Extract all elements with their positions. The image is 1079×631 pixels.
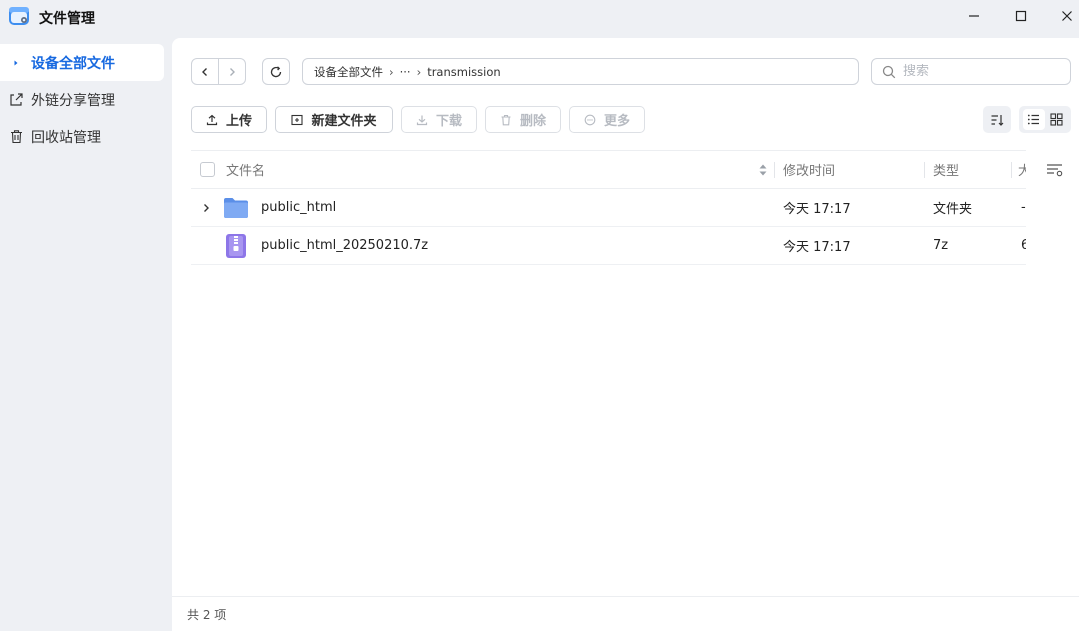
sidebar-item-label: 外链分享管理 (31, 92, 115, 109)
more-label: 更多 (603, 114, 630, 129)
sort-arrows-icon[interactable] (758, 151, 768, 188)
file-name: public_html_20250210.7z (261, 238, 429, 253)
column-settings-icon (1047, 164, 1063, 177)
main-panel: 设备全部文件 › ··· › transmission 上传 新建文件夹 下载 … (172, 38, 1079, 631)
file-mtime: 今天 17:17 (783, 240, 851, 255)
sort-icon (991, 114, 1004, 126)
sidebar-item-all-files[interactable]: 设备全部文件 (0, 44, 164, 81)
file-type: 7z (933, 238, 949, 253)
file-name: public_html (261, 200, 337, 215)
breadcrumb[interactable]: 设备全部文件 › ··· › transmission (302, 58, 859, 85)
select-all-cell (200, 151, 215, 188)
sidebar-item-label: 回收站管理 (31, 129, 101, 146)
more-icon (584, 114, 596, 126)
sidebar: 设备全部文件 外链分享管理 回收站管理 (0, 44, 164, 155)
view-toggle (1019, 106, 1071, 133)
item-count: 共 2 项 (187, 607, 227, 622)
list-view-icon (1027, 114, 1039, 125)
app-title: 文件管理 (39, 11, 95, 27)
table-header: 文件名 修改时间 类型 大 (191, 150, 1026, 189)
delete-label: 删除 (519, 114, 546, 129)
minimize-icon (969, 15, 979, 17)
file-table: 文件名 修改时间 类型 大 public_html 今天 17:17 文件夹 -… (191, 150, 1026, 265)
file-size: 6 (1021, 238, 1026, 253)
column-settings-button[interactable] (1045, 160, 1065, 180)
status-bar: 共 2 项 (172, 596, 1079, 631)
file-size: - (1021, 200, 1026, 215)
download-icon (416, 114, 428, 126)
new-folder-button[interactable]: 新建文件夹 (275, 106, 393, 133)
title-bar: 文件管理 (0, 0, 1079, 34)
column-header-size[interactable]: 大 (1018, 151, 1026, 188)
forward-button[interactable] (218, 58, 246, 85)
folder-icon (223, 189, 249, 226)
archive-icon (225, 227, 247, 264)
breadcrumb-separator-icon: › (416, 64, 422, 79)
file-manager-logo-icon (8, 5, 30, 27)
delete-icon (500, 114, 512, 126)
trash-icon (8, 129, 24, 145)
breadcrumb-ellipsis[interactable]: ··· (400, 65, 411, 79)
search-box[interactable] (871, 58, 1071, 85)
column-header-mtime[interactable]: 修改时间 (783, 151, 835, 188)
download-button[interactable]: 下载 (401, 106, 477, 133)
column-divider[interactable] (774, 162, 775, 178)
close-icon (1062, 11, 1072, 21)
sort-button[interactable] (983, 106, 1011, 133)
column-divider[interactable] (1011, 162, 1012, 178)
upload-button[interactable]: 上传 (191, 106, 267, 133)
chevron-left-icon (202, 67, 207, 76)
back-button[interactable] (191, 58, 219, 85)
close-button[interactable] (1054, 4, 1079, 28)
chevron-right-icon[interactable] (201, 189, 211, 226)
column-header-type[interactable]: 类型 (933, 151, 959, 188)
share-link-icon (8, 92, 24, 108)
breadcrumb-root[interactable]: 设备全部文件 (314, 64, 383, 80)
file-type: 文件夹 (933, 202, 973, 217)
table-row[interactable]: public_html 今天 17:17 文件夹 - (191, 189, 1026, 227)
select-all-checkbox[interactable] (200, 162, 215, 177)
upload-label: 上传 (225, 114, 252, 129)
column-header-name[interactable]: 文件名 (226, 151, 265, 188)
breadcrumb-separator-icon: › (389, 64, 394, 79)
search-input[interactable] (903, 64, 1053, 79)
search-icon (882, 65, 896, 78)
delete-button[interactable]: 删除 (485, 106, 561, 133)
upload-icon (206, 114, 218, 126)
new-folder-label: 新建文件夹 (311, 114, 377, 129)
list-view-button[interactable] (1022, 109, 1045, 130)
sidebar-item-share-links[interactable]: 外链分享管理 (0, 81, 164, 118)
grid-view-icon (1050, 113, 1063, 126)
maximize-icon (1015, 10, 1027, 22)
more-button[interactable]: 更多 (569, 106, 645, 133)
minimize-button[interactable] (961, 4, 987, 28)
file-mtime: 今天 17:17 (783, 202, 851, 217)
table-row[interactable]: public_html_20250210.7z 今天 17:17 7z 6 (191, 227, 1026, 265)
refresh-icon (270, 65, 282, 77)
refresh-button[interactable] (262, 58, 290, 85)
grid-view-button[interactable] (1046, 109, 1068, 130)
sidebar-item-label: 设备全部文件 (31, 55, 115, 72)
sidebar-item-recycle-bin[interactable]: 回收站管理 (0, 118, 164, 155)
breadcrumb-current[interactable]: transmission (427, 65, 500, 79)
caret-right-icon (8, 55, 24, 71)
chevron-right-icon (230, 67, 235, 76)
maximize-button[interactable] (1008, 4, 1034, 28)
download-label: 下载 (435, 114, 462, 129)
column-divider[interactable] (924, 162, 925, 178)
new-folder-icon (291, 114, 304, 126)
